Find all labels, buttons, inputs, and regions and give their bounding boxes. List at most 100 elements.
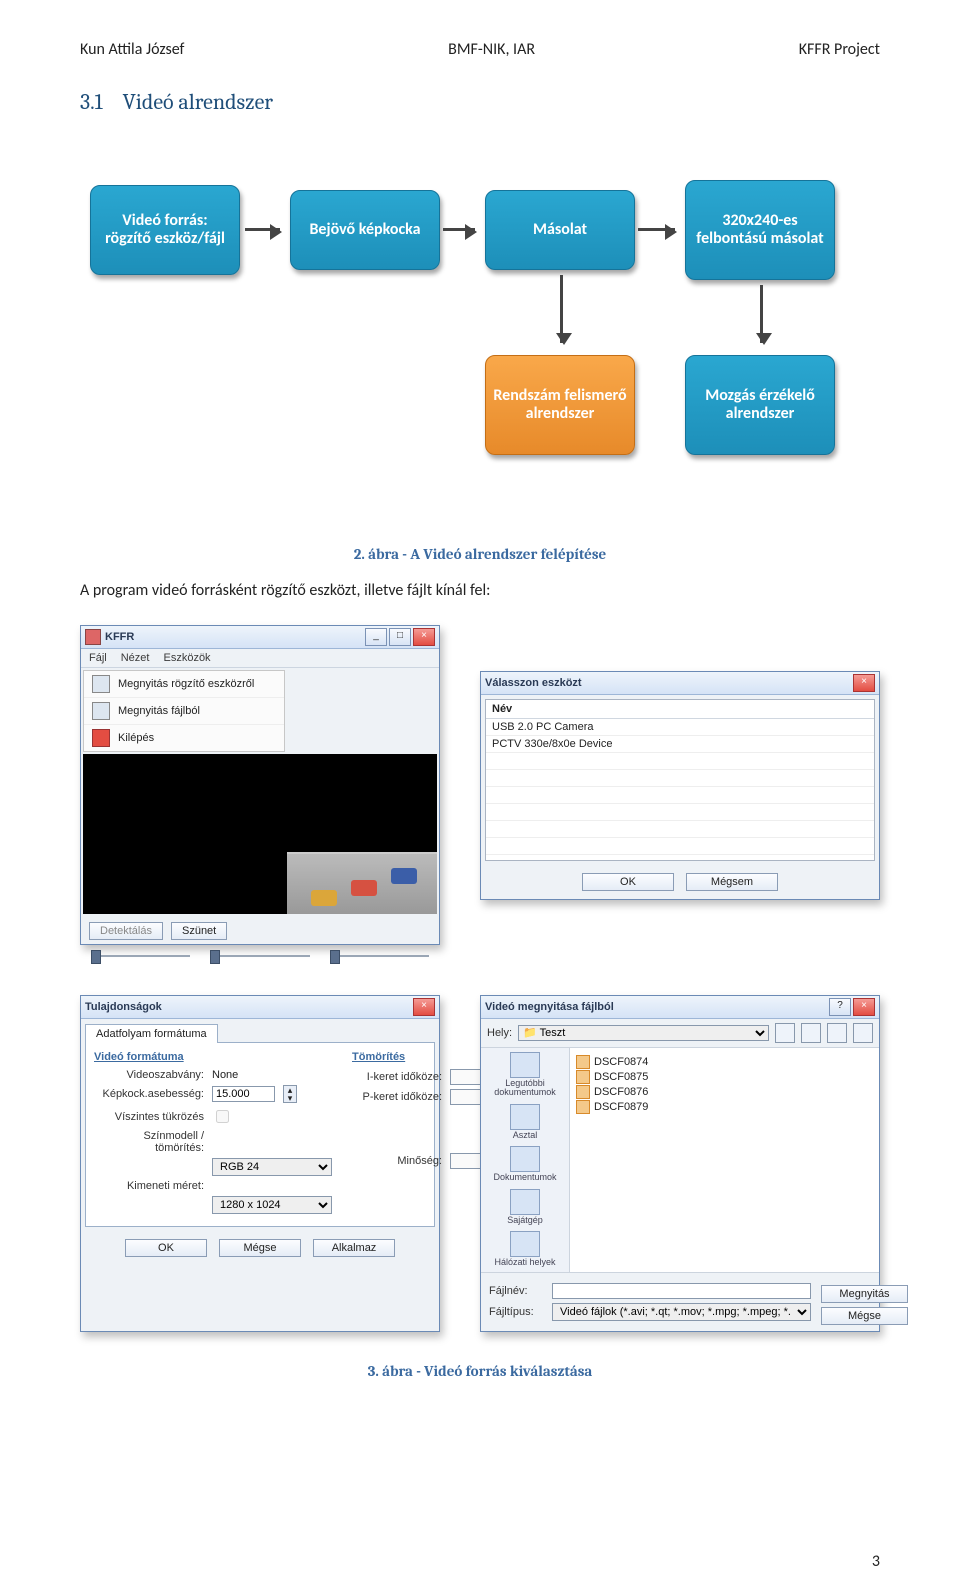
place-recent[interactable]: Legutóbbi dokumentumok (485, 1052, 565, 1098)
header-left: Kun Attila József (80, 40, 184, 59)
pause-button[interactable]: Szünet (171, 922, 227, 940)
filetype-label: Fájltípus: (489, 1306, 544, 1318)
device-row-empty (486, 804, 874, 821)
places-bar: Legutóbbi dokumentumok Asztal Dokumentum… (481, 1048, 570, 1272)
place-documents[interactable]: Dokumentumok (493, 1146, 556, 1182)
slider-1[interactable] (91, 950, 190, 962)
ok-button[interactable]: OK (125, 1239, 207, 1257)
menubar: Fájl Nézet Eszközök (81, 649, 439, 668)
node-source: Videó forrás:rögzítő eszköz/fájl (90, 185, 240, 275)
label-standard: Videoszabvány: (94, 1069, 204, 1081)
arrow (245, 228, 280, 231)
back-icon[interactable] (775, 1023, 795, 1043)
slider-3[interactable] (330, 950, 429, 962)
menu-tools[interactable]: Eszközök (163, 652, 210, 664)
desktop-icon (510, 1104, 540, 1130)
device-row-empty (486, 753, 874, 770)
node-copy: Másolat (485, 190, 635, 270)
filename-label: Fájlnév: (489, 1285, 544, 1297)
car-icon (311, 890, 337, 906)
header-right: KFFR Project (799, 40, 880, 59)
file-open-dialog: Videó megnyitása fájlból ?× Hely: 📁 Tesz… (480, 995, 880, 1332)
page-header: Kun Attila József BMF-NIK, IAR KFFR Proj… (80, 40, 880, 59)
open-button[interactable]: Megnyitás (821, 1285, 908, 1303)
file-menu-dropdown: Megnyitás rögzítő eszközről Megnyitás fá… (83, 670, 285, 752)
stepper-icon[interactable]: ▴▾ (283, 1085, 297, 1103)
filename-input[interactable] (552, 1283, 811, 1299)
menu-view[interactable]: Nézet (121, 652, 150, 664)
cancel-button[interactable]: Mégsem (686, 873, 778, 891)
device-list[interactable]: Név USB 2.0 PC Camera PCTV 330e/8x0e Dev… (485, 699, 875, 861)
device-row-empty (486, 821, 874, 838)
page-number: 3 (872, 1552, 880, 1571)
cancel-button[interactable]: Mégse (821, 1307, 908, 1325)
section-heading: 3.1Videó alrendszer (80, 89, 880, 115)
close-button[interactable]: × (853, 674, 875, 692)
close-button[interactable]: × (853, 998, 875, 1016)
device-row-empty (486, 838, 874, 855)
close-button[interactable]: × (413, 998, 435, 1016)
detect-button[interactable]: Detektálás (89, 922, 163, 940)
car-icon (391, 868, 417, 884)
list-header: Név (486, 700, 874, 719)
help-button[interactable]: ? (829, 998, 851, 1016)
menu-file[interactable]: Fájl (89, 652, 107, 664)
ok-button[interactable]: OK (582, 873, 674, 891)
menu-item-open-device[interactable]: Megnyitás rögzítő eszközről (84, 671, 284, 698)
computer-icon (510, 1189, 540, 1215)
documents-icon (510, 1146, 540, 1172)
titlebar: Válasszon eszközt × (481, 672, 879, 695)
device-row[interactable]: PCTV 330e/8x0e Device (486, 736, 874, 753)
figure-caption-2: 2. ábra - A Videó alrendszer felépítése (80, 545, 880, 563)
figure-caption-3: 3. ábra - Videó forrás kiválasztása (80, 1362, 880, 1380)
file-entry[interactable]: DSCF0879 (576, 1100, 873, 1114)
arrow (560, 275, 563, 343)
device-row-empty (486, 770, 874, 787)
views-icon[interactable] (853, 1023, 873, 1043)
place-desktop[interactable]: Asztal (510, 1104, 540, 1140)
file-entry[interactable]: DSCF0874 (576, 1055, 873, 1069)
label-quality: Minőség: (352, 1155, 442, 1167)
header-center: BMF-NIK, IAR (448, 40, 535, 59)
place-computer[interactable]: Sajátgép (507, 1189, 543, 1225)
device-icon (92, 675, 110, 693)
file-entry[interactable]: DSCF0876 (576, 1085, 873, 1099)
device-row[interactable]: USB 2.0 PC Camera (486, 719, 874, 736)
app-icon (85, 629, 101, 645)
up-icon[interactable] (801, 1023, 821, 1043)
size-select[interactable]: 1280 x 1024 (212, 1196, 332, 1214)
apply-button[interactable]: Alkalmaz (313, 1239, 395, 1257)
video-file-icon (576, 1100, 590, 1114)
menu-item-exit[interactable]: Kilépés (84, 725, 284, 751)
node-thumbnail: 320x240-es felbontású másolat (685, 180, 835, 280)
cancel-button[interactable]: Mégse (219, 1239, 301, 1257)
tab-stream-format[interactable]: Adatfolyam formátuma (85, 1024, 218, 1043)
color-select[interactable]: RGB 24 (212, 1158, 332, 1176)
file-list[interactable]: DSCF0874 DSCF0875 DSCF0876 DSCF0879 (570, 1048, 879, 1272)
fps-input[interactable] (212, 1086, 275, 1102)
newfolder-icon[interactable] (827, 1023, 847, 1043)
window-title: Válasszon eszközt (485, 677, 582, 689)
maximize-button[interactable]: □ (389, 628, 411, 646)
menu-item-open-file[interactable]: Megnyitás fájlból (84, 698, 284, 725)
properties-dialog: Tulajdonságok × Adatfolyam formátuma Vid… (80, 995, 440, 1332)
window-title: Videó megnyitása fájlból (485, 1001, 614, 1013)
slider-2[interactable] (210, 950, 309, 962)
place-network[interactable]: Hálózati helyek (494, 1231, 555, 1267)
arrow (760, 285, 763, 343)
section-title-text: Videó alrendszer (123, 89, 273, 115)
close-button[interactable]: × (413, 628, 435, 646)
group-video-format: Videó formátuma (94, 1051, 332, 1063)
body-paragraph: A program videó forrásként rögzítő eszkö… (80, 581, 880, 600)
kffr-main-window: KFFR _ □ × Fájl Nézet Eszközök Megnyitás… (80, 625, 440, 945)
file-entry[interactable]: DSCF0875 (576, 1070, 873, 1084)
label-flip: Víszintes tükrözés (94, 1111, 204, 1123)
network-icon (510, 1231, 540, 1257)
label-fps: Képkock.asebesség: (94, 1088, 204, 1100)
filetype-select[interactable]: Videó fájlok (*.avi; *.qt; *.mov; *.mpg;… (552, 1303, 811, 1321)
exit-icon (92, 729, 110, 747)
location-label: Hely: (487, 1027, 512, 1039)
minimize-button[interactable]: _ (365, 628, 387, 646)
location-select[interactable]: 📁 Teszt (518, 1025, 769, 1041)
window-title: KFFR (105, 631, 134, 643)
